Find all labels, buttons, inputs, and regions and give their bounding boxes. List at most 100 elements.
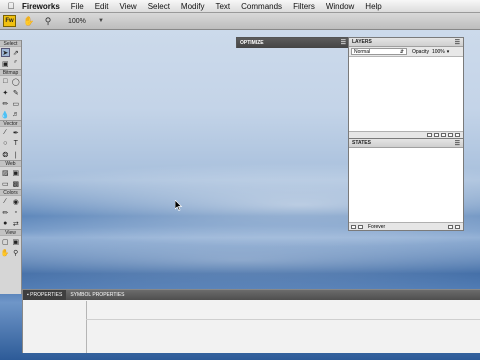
add-mask-icon[interactable] xyxy=(441,133,446,137)
line-tool-icon[interactable]: ∕ xyxy=(1,128,10,137)
delete-layer-icon[interactable] xyxy=(455,133,460,137)
layers-list xyxy=(349,57,463,131)
pen-tool-icon[interactable]: ✒ xyxy=(11,128,20,137)
tab-properties[interactable]: ▪ PROPERTIES xyxy=(23,290,67,300)
menu-text[interactable]: Text xyxy=(215,2,230,11)
ellipse-tool-icon[interactable]: ○ xyxy=(1,139,10,148)
optimize-panel: OPTIMIZE ☰ xyxy=(236,37,349,48)
menu-bar:  Fireworks File Edit View Select Modify… xyxy=(0,0,480,13)
standard-mode-icon[interactable]: ▢ xyxy=(1,237,10,246)
hand-tool-icon[interactable]: ✋ xyxy=(1,248,10,257)
opacity-value[interactable]: 100% xyxy=(432,49,445,55)
hotspot-tool-icon[interactable]: ▨ xyxy=(1,168,10,177)
divider xyxy=(86,301,87,353)
magic-wand-icon[interactable]: ✦ xyxy=(1,88,10,97)
properties-tabs: ▪ PROPERTIES SYMBOL PROPERTIES xyxy=(23,290,480,300)
crop-tool-icon[interactable]: ⌜ xyxy=(11,59,20,68)
optimize-panel-title: OPTIMIZE xyxy=(240,40,264,46)
stroke-color-icon[interactable]: ✏ xyxy=(1,208,10,217)
loop-value[interactable]: Forever xyxy=(368,224,385,230)
tools-section-select: Select xyxy=(0,40,21,47)
apple-icon[interactable]:  xyxy=(0,1,22,11)
paint-bucket-icon[interactable]: ◉ xyxy=(11,197,20,206)
blend-mode-select[interactable]: Normal ⇵ xyxy=(351,48,407,55)
fill-color-icon[interactable]: ● xyxy=(1,219,10,228)
lasso-tool-icon[interactable]: ◯ xyxy=(11,77,20,86)
blur-tool-icon[interactable]: 💧 xyxy=(1,110,10,119)
menu-edit[interactable]: Edit xyxy=(95,2,109,11)
panel-menu-icon[interactable]: ☰ xyxy=(455,140,460,147)
brush-tool-icon[interactable]: ✎ xyxy=(11,88,20,97)
scale-tool-icon[interactable]: ▣ xyxy=(1,59,10,68)
duplicate-state-icon[interactable] xyxy=(448,224,453,229)
chevron-down-icon[interactable]: ▾ xyxy=(447,49,450,55)
zoom-tool-icon[interactable]: ⚲ xyxy=(11,248,20,257)
mouse-cursor-icon xyxy=(175,200,183,211)
optimize-panel-header[interactable]: OPTIMIZE ☰ xyxy=(237,38,348,48)
chevron-down-icon[interactable]: ▼ xyxy=(98,18,104,24)
layers-panel-title: LAYERS xyxy=(352,39,372,45)
menu-select[interactable]: Select xyxy=(148,2,170,11)
hide-slices-icon[interactable]: ▭ xyxy=(1,179,10,188)
marquee-tool-icon[interactable]: □ xyxy=(1,77,10,86)
states-panel: STATES ☰ Forever xyxy=(348,138,464,231)
layers-panel-header[interactable]: LAYERS ☰ xyxy=(349,38,463,47)
menu-filters[interactable]: Filters xyxy=(293,2,315,11)
chevron-down-icon: ⇵ xyxy=(399,48,404,55)
zoom-icon[interactable]: ⚲ xyxy=(42,15,54,27)
application-toolbar: Fw ✋ ⚲ 100% ▼ xyxy=(0,13,480,30)
slice-tool-icon[interactable]: ▣ xyxy=(11,168,20,177)
text-tool-icon[interactable]: T xyxy=(11,139,20,148)
tab-symbol-properties[interactable]: SYMBOL PROPERTIES xyxy=(66,290,128,300)
tools-panel: Select ➤ ⇗ ▣ ⌜ Bitmap □ ◯ ✦ ✎ ✏ ▭ 💧 ♬ Vector ∕… xyxy=(0,40,22,294)
full-screen-mode-icon[interactable]: ▣ xyxy=(11,237,20,246)
tools-section-bitmap: Bitmap xyxy=(0,69,21,76)
pointer-tool-icon[interactable]: ➤ xyxy=(0,48,10,57)
hand-icon[interactable]: ✋ xyxy=(23,15,35,27)
layers-panel: LAYERS ☰ Normal ⇵ Opacity 100% ▾ xyxy=(348,37,464,139)
stamp-tool-icon[interactable]: ♬ xyxy=(11,110,20,119)
states-list xyxy=(349,148,463,222)
new-sublayer-icon[interactable] xyxy=(427,133,432,137)
onion-skin-icon[interactable] xyxy=(358,224,363,229)
swap-colors-icon[interactable]: ⇄ xyxy=(11,219,20,228)
loop-icon[interactable] xyxy=(351,224,356,229)
freeform-tool-icon[interactable]: ❂ xyxy=(1,150,10,159)
menu-view[interactable]: View xyxy=(119,2,136,11)
eraser-tool-icon[interactable]: ▭ xyxy=(11,99,20,108)
panel-menu-icon[interactable]: ☰ xyxy=(341,39,346,46)
knife-tool-icon[interactable]: ∣ xyxy=(11,150,20,159)
zoom-level[interactable]: 100% xyxy=(68,18,98,25)
layers-options-row: Normal ⇵ Opacity 100% ▾ xyxy=(349,47,463,57)
menu-help[interactable]: Help xyxy=(365,2,381,11)
tab-properties-label: PROPERTIES xyxy=(30,292,63,298)
show-slices-icon[interactable]: ▩ xyxy=(11,179,20,188)
states-footer-buttons xyxy=(448,224,460,229)
tools-section-colors: Colors xyxy=(0,189,21,196)
new-bitmap-icon[interactable] xyxy=(448,133,453,137)
fireworks-logo[interactable]: Fw xyxy=(3,15,16,27)
menu-file[interactable]: File xyxy=(71,2,84,11)
blend-mode-value: Normal xyxy=(354,48,371,55)
tools-section-vector: Vector xyxy=(0,120,21,127)
menu-modify[interactable]: Modify xyxy=(181,2,205,11)
states-footer: Forever xyxy=(349,222,463,230)
pencil-tool-icon[interactable]: ✏ xyxy=(1,99,10,108)
opacity-label: Opacity xyxy=(412,48,429,55)
properties-content xyxy=(23,301,480,353)
new-layer-icon[interactable] xyxy=(434,133,439,137)
tools-section-view: View xyxy=(0,229,21,236)
tools-section-web: Web xyxy=(0,160,21,167)
divider xyxy=(86,319,480,320)
eyedropper-tool-icon[interactable]: ∕ xyxy=(1,197,10,206)
states-panel-title: STATES xyxy=(352,140,371,146)
menu-app-name[interactable]: Fireworks xyxy=(22,2,60,11)
delete-state-icon[interactable] xyxy=(455,224,460,229)
menu-window[interactable]: Window xyxy=(326,2,354,11)
states-panel-header[interactable]: STATES ☰ xyxy=(349,139,463,148)
fill-color-swatch[interactable]: ▫ xyxy=(11,208,20,217)
menu-commands[interactable]: Commands xyxy=(241,2,282,11)
properties-panel: ▪ PROPERTIES SYMBOL PROPERTIES xyxy=(22,289,480,353)
subselect-tool-icon[interactable]: ⇗ xyxy=(11,48,20,57)
panel-menu-icon[interactable]: ☰ xyxy=(455,39,460,46)
